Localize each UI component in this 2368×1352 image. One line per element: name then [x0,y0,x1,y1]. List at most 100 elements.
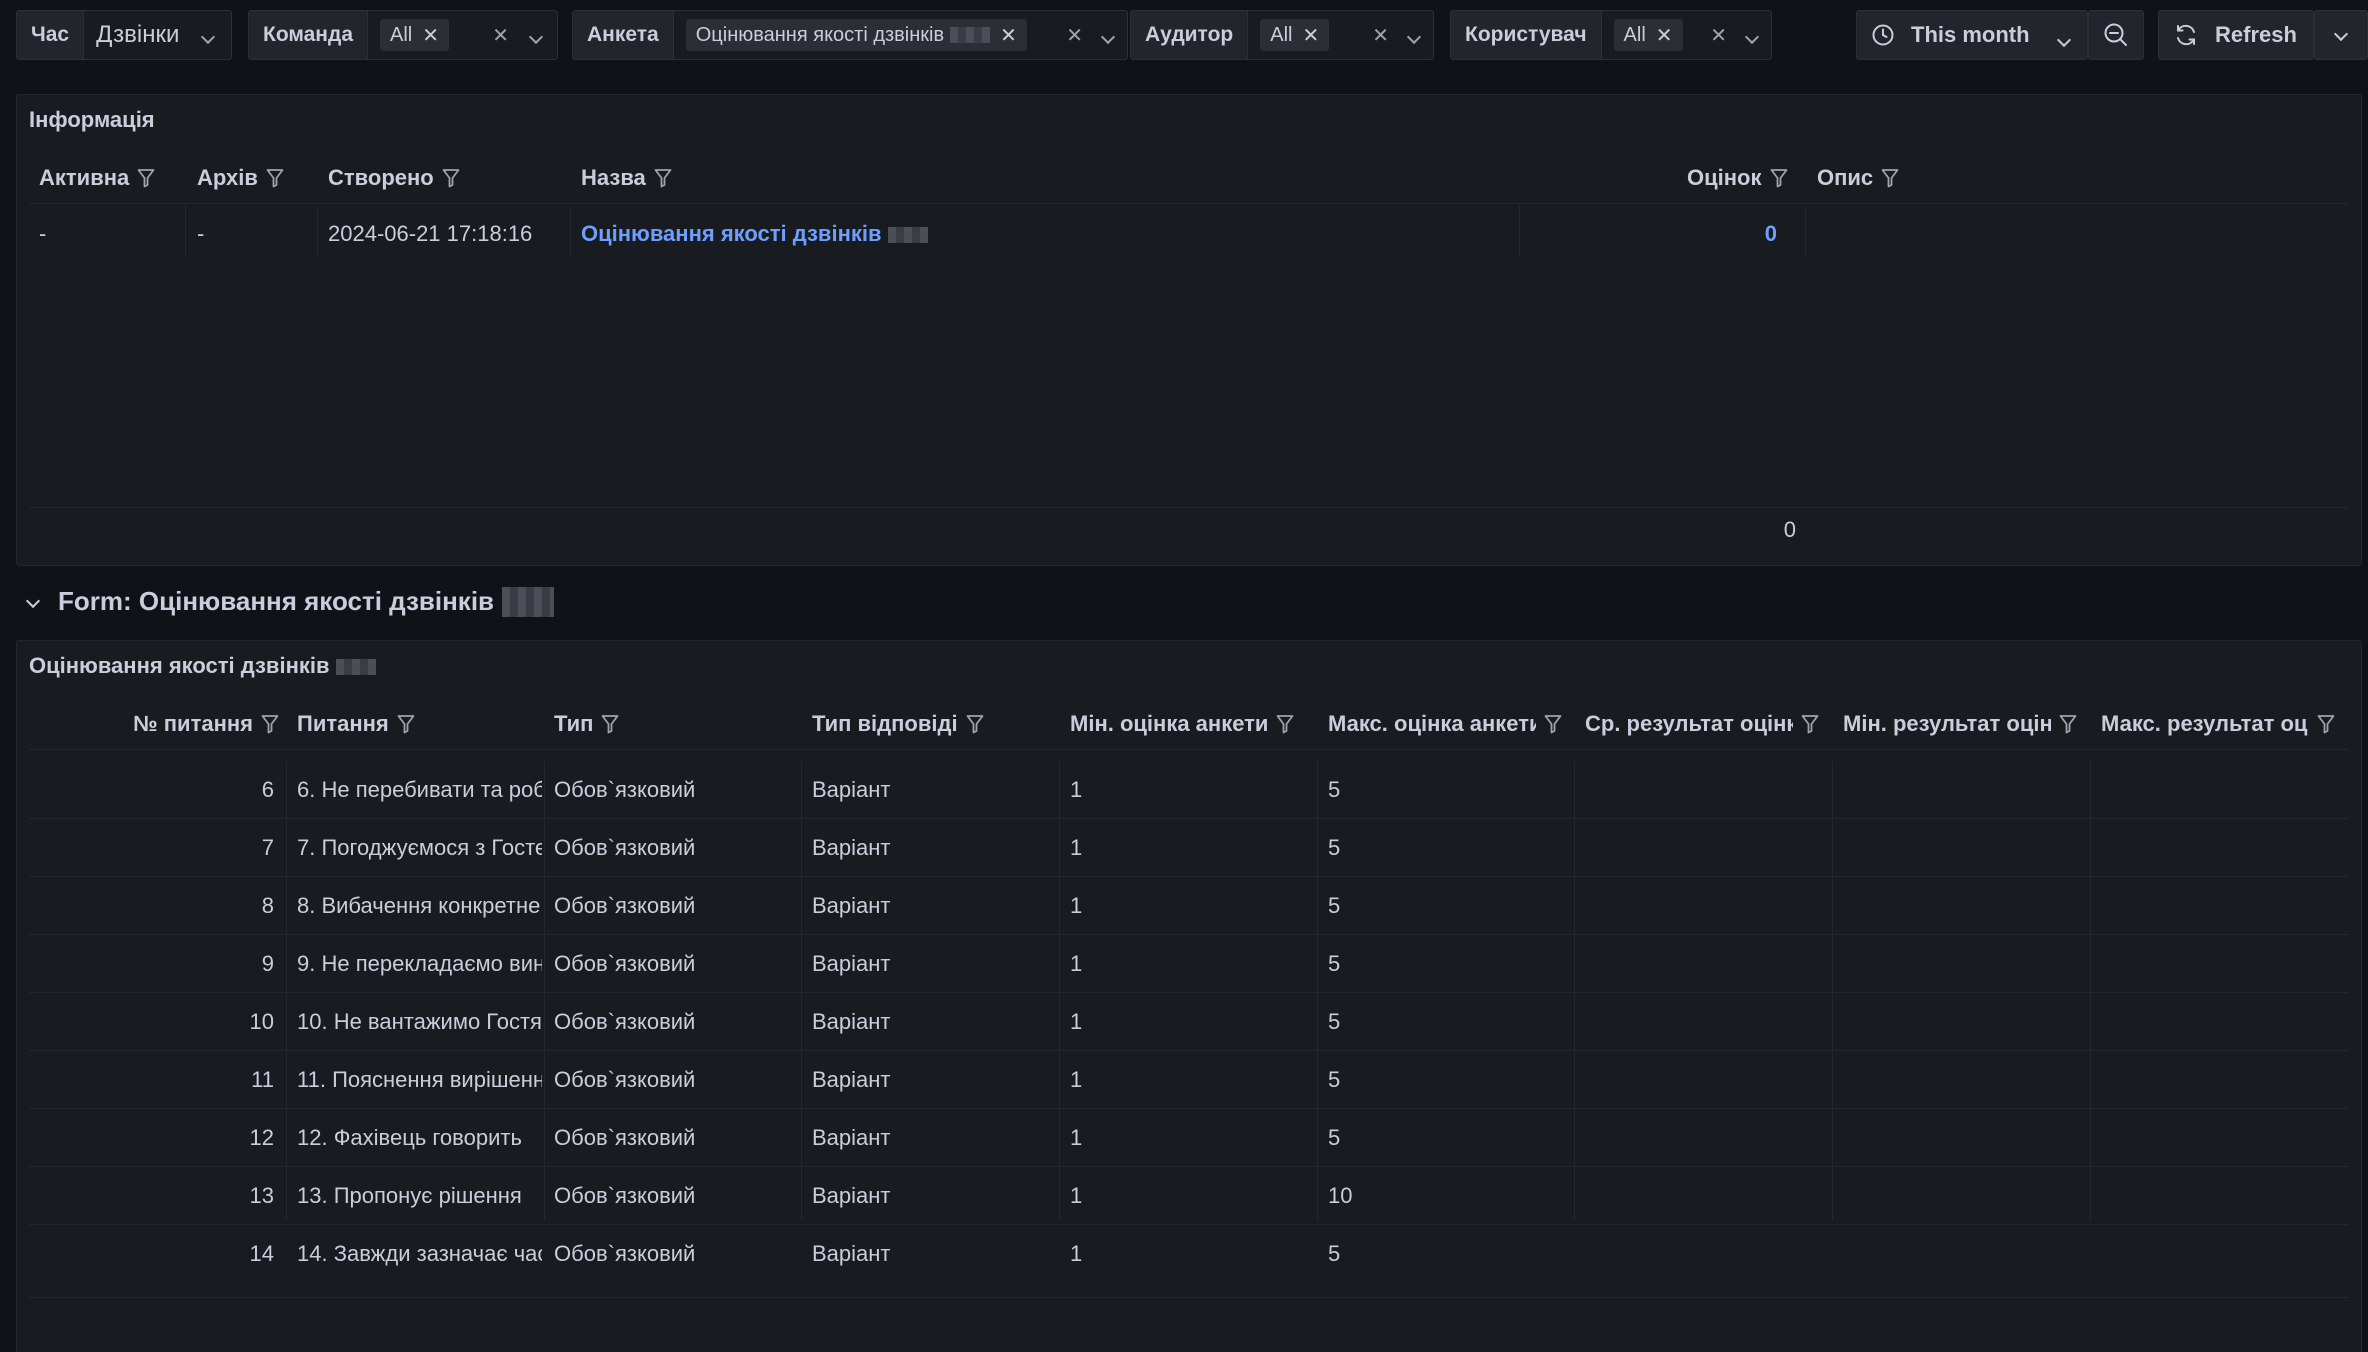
cell-archive: - [197,221,205,246]
cell-question: 6. Не перебивати та робити [297,777,542,802]
clear-icon[interactable]: ✕ [1710,23,1727,48]
zoom-out-button[interactable] [2088,10,2144,60]
chevron-down-icon[interactable] [1744,25,1760,48]
chevron-down-icon[interactable] [1100,25,1116,48]
column-header-min-result[interactable]: Мін. результат оцінки [1843,711,2089,737]
column-header-archive[interactable]: Архів [197,165,284,191]
filter-icon[interactable] [2059,714,2077,734]
variable-team-select[interactable]: All ✕ ✕ [368,11,557,59]
variable-user: Користувач All ✕ ✕ [1450,10,1772,60]
clear-icon[interactable]: ✕ [492,23,509,48]
table-row[interactable]: 9 9. Не перекладаємо вину Обов`язковий В… [29,935,2349,993]
variable-user-select[interactable]: All ✕ ✕ [1602,11,1771,59]
row-collapse-toggle[interactable]: Form: Оцінювання якості дзвінків [25,586,555,617]
cell-type: Обов`язковий [554,835,696,860]
chip-remove-icon[interactable]: ✕ [422,23,439,48]
refresh-interval-dropdown[interactable] [2314,10,2368,60]
column-header-avg-result[interactable]: Ср. результат оцінки [1585,711,1831,737]
column-header-question[interactable]: Питання [297,711,537,737]
filter-icon[interactable] [966,714,984,734]
cell-answer-type: Варіант [812,1241,891,1266]
filter-icon[interactable] [2317,714,2335,734]
cell-type: Обов`язковий [554,893,696,918]
chip-remove-icon[interactable]: ✕ [1302,23,1319,48]
cell-min-score: 1 [1070,1241,1083,1266]
table-row[interactable]: 6 6. Не перебивати та робити Обов`язкови… [29,761,2349,819]
filter-icon[interactable] [654,168,672,188]
cell-number: 13 [249,1183,274,1208]
chevron-down-icon [25,582,41,613]
cell-max-score: 5 [1328,951,1341,976]
column-header-created[interactable]: Створено [328,165,460,191]
cell-min-score: 1 [1070,777,1083,802]
variable-auditor-select[interactable]: All ✕ ✕ [1248,11,1433,59]
table-row[interactable]: 10 10. Не вантажимо Гостя Обов`язковий В… [29,993,2349,1051]
column-header-max-score[interactable]: Макс. оцінка анкети [1328,711,1574,737]
table-row[interactable]: 12 12. Фахівець говорить Обов`язковий Ва… [29,1109,2349,1167]
variable-form-select[interactable]: Оцінювання якості дзвінків ✕ ✕ [674,11,1127,59]
panel-title: Інформація [29,107,155,132]
column-header-scores[interactable]: Оцінок [1687,165,1788,191]
column-header-label: Архів [197,165,258,190]
filter-icon[interactable] [1801,714,1819,734]
chip-remove-icon[interactable]: ✕ [1656,23,1673,48]
cell-answer-type: Варіант [812,1067,891,1092]
redacted-text [950,27,991,43]
header-divider [29,203,2349,204]
column-divider [1805,205,1806,257]
chevron-down-icon[interactable] [1406,25,1422,48]
form-name-text: Оцінювання якості дзвінків [581,221,882,246]
cell-number: 11 [251,1067,274,1092]
form-name-link[interactable]: Оцінювання якості дзвінків [581,221,928,247]
chevron-down-icon[interactable] [528,25,544,48]
cell-question: 12. Фахівець говорить [297,1125,522,1150]
variable-team-value: All [390,23,413,46]
table-row[interactable]: 8 8. Вибачення конкретне Обов`язковий Ва… [29,877,2349,935]
filter-icon[interactable] [1881,168,1899,188]
column-header-type[interactable]: Тип [554,711,794,737]
cell-type: Обов`язковий [554,1125,696,1150]
cell-answer-type: Варіант [812,951,891,976]
scores-link[interactable]: 0 [1765,221,1777,247]
chip-remove-icon[interactable]: ✕ [1000,23,1017,48]
column-header-number[interactable]: № питання [29,711,279,737]
column-header-label: Тип відповіді [812,711,958,736]
filter-icon[interactable] [1276,714,1294,734]
filter-icon[interactable] [1770,168,1788,188]
column-header-min-score[interactable]: Мін. оцінка анкети [1070,711,1316,737]
cell-min-score: 1 [1070,1009,1083,1034]
filter-icon[interactable] [266,168,284,188]
filter-icon[interactable] [397,714,415,734]
column-header-name[interactable]: Назва [581,165,672,191]
clear-icon[interactable]: ✕ [1066,23,1083,48]
cell-min-score: 1 [1070,1067,1083,1092]
panel-title-text: Оцінювання якості дзвінків [29,653,330,678]
variable-form: Анкета Оцінювання якості дзвінків ✕ ✕ [572,10,1128,60]
column-header-label: Питання [297,711,389,736]
variable-time: Час Дзвінки [16,10,232,60]
header-divider [29,749,2349,750]
cell-answer-type: Варіант [812,1125,891,1150]
refresh-button[interactable]: Refresh [2158,10,2314,60]
column-header-answer-type[interactable]: Тип відповіді [812,711,1052,737]
table-row[interactable]: 14 14. Завжди зазначає час Обов`язковий … [29,1225,2349,1283]
filter-icon[interactable] [442,168,460,188]
cell-max-score: 5 [1328,1125,1341,1150]
filter-icon[interactable] [261,714,279,734]
column-header-description[interactable]: Опис [1817,165,1899,191]
table-row[interactable]: 11 11. Пояснення вирішення Обов`язковий … [29,1051,2349,1109]
table-row[interactable]: 13 13. Пропонує рішення Обов`язковий Вар… [29,1167,2349,1225]
filter-icon[interactable] [1544,714,1562,734]
filter-icon[interactable] [601,714,619,734]
clear-icon[interactable]: ✕ [1372,23,1389,48]
column-header-active[interactable]: Активна [39,165,155,191]
cell-max-score: 5 [1328,1241,1341,1266]
variable-form-label: Анкета [573,11,674,59]
filter-icon[interactable] [137,168,155,188]
variable-team-label: Команда [249,11,368,59]
variable-time-select[interactable]: Дзвінки [84,11,231,59]
column-header-max-result[interactable]: Макс. результат оцінки [2101,711,2347,737]
footer-total: 0 [1783,517,1796,542]
table-row[interactable]: 7 7. Погоджуємося з Гостем Обов`язковий … [29,819,2349,877]
time-range-picker[interactable]: This month [1856,10,2088,60]
